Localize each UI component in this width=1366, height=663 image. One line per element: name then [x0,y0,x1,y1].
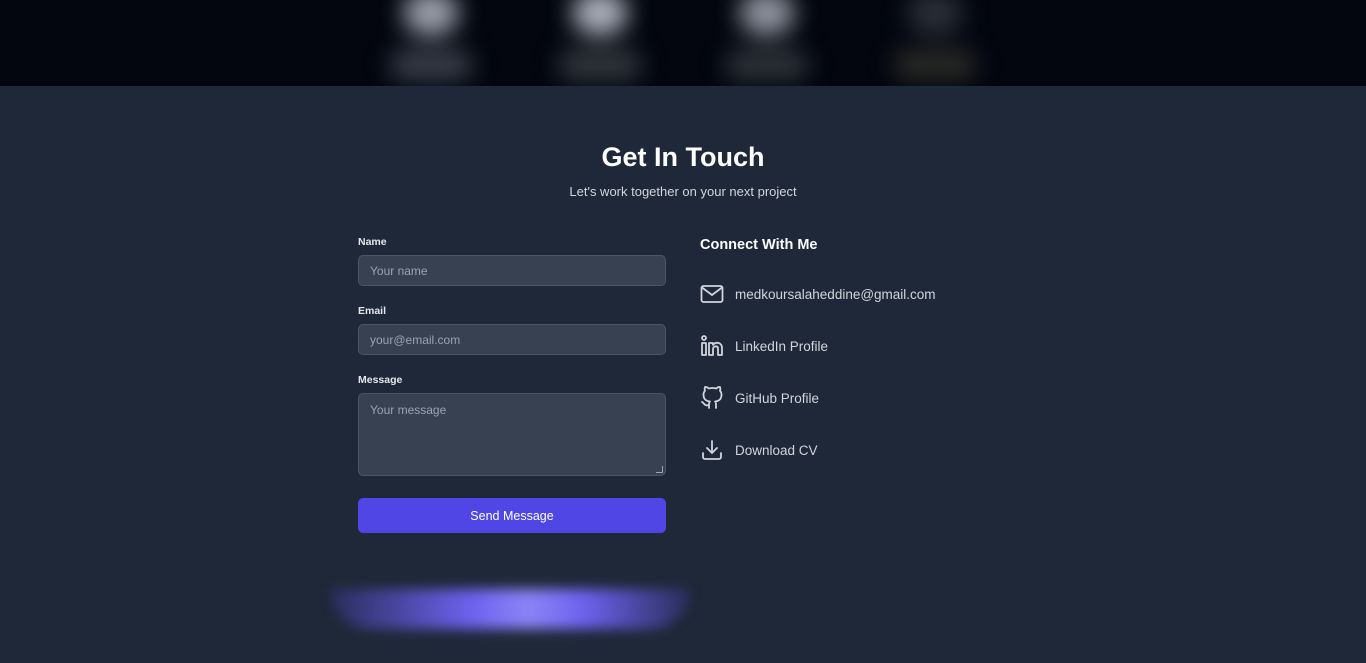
email-link-label: medkoursalaheddine@gmail.com [735,286,936,302]
send-message-button[interactable]: Send Message [358,498,666,533]
top-band [0,0,1366,86]
linkedin-link[interactable]: LinkedIn Profile [700,332,1020,360]
message-placeholder: Your message [370,403,447,417]
linkedin-link-label: LinkedIn Profile [735,338,829,354]
section-subtitle: Let's work together on your next project [569,184,797,199]
download-cv-link[interactable]: Download CV [700,436,1020,464]
message-textarea[interactable]: Your message [358,393,666,476]
message-label: Message [358,374,403,386]
email-link[interactable]: medkoursalaheddine@gmail.com [700,280,1020,308]
decorative-glow [330,589,690,629]
name-placeholder: Your name [370,263,428,278]
mail-icon [700,282,724,306]
name-group: Name Your name [358,236,666,286]
email-input[interactable]: your@email.com [358,324,666,355]
connect-panel: Connect With Me medkoursalaheddine@gmail… [700,237,1020,488]
email-label: Email [358,305,387,317]
email-group: Email your@email.com [358,305,666,355]
blurred-card [386,0,476,85]
name-input[interactable]: Your name [358,255,666,286]
blurred-card [722,0,812,85]
linkedin-icon [700,334,724,358]
contact-section: Get In Touch Let's work together on your… [0,86,1366,663]
github-icon [700,386,724,410]
email-placeholder: your@email.com [370,332,461,347]
section-title: Get In Touch [601,142,765,172]
github-link[interactable]: GitHub Profile [700,384,1020,412]
connect-heading: Connect With Me [700,237,818,253]
github-link-label: GitHub Profile [735,390,820,406]
contact-form: Name Your name Email your@email.com Mess… [358,236,666,533]
download-cv-label: Download CV [735,442,818,458]
blurred-card [555,0,645,85]
download-icon [700,438,724,462]
blurred-card [890,0,980,85]
resize-handle-icon[interactable] [656,466,663,473]
message-group: Message Your message [358,374,666,476]
name-label: Name [358,236,387,248]
